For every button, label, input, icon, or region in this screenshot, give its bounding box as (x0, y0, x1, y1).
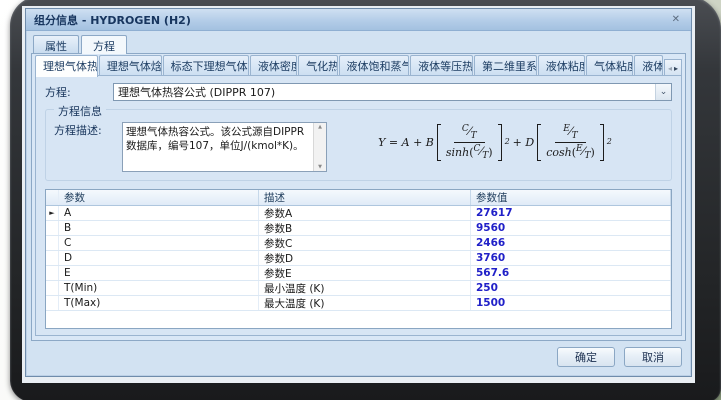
ok-button[interactable]: 确定 (557, 347, 615, 367)
cell-value[interactable]: 9560 (471, 221, 671, 235)
outer-tab-strip: 属性 方程 (31, 35, 686, 53)
equation-description-label: 方程描述: (54, 122, 122, 138)
cell-value[interactable]: 27617 (471, 206, 671, 220)
cell-value[interactable]: 250 (471, 281, 671, 295)
formula-exponent-1: 2 (505, 137, 510, 146)
cell-param: C (59, 236, 259, 250)
table-row[interactable]: B 参数B 9560 (46, 221, 671, 236)
cancel-button[interactable]: 取消 (624, 347, 682, 367)
formula-prefix: Y = A + B (378, 136, 434, 149)
table-row[interactable]: ► A 参数A 27617 (46, 206, 671, 221)
scroll-down-icon[interactable]: ▼ (318, 164, 322, 170)
cell-desc: 参数A (259, 206, 471, 220)
table-row[interactable]: D 参数D 3760 (46, 251, 671, 266)
description-scrollbar[interactable]: ▲ ▼ (313, 123, 326, 171)
cell-desc: 参数C (259, 236, 471, 250)
cell-value[interactable]: 3760 (471, 251, 671, 265)
equation-info-group: 方程信息 方程描述: 理想气体热容公式。该公式源自DIPPR数据库，编号107，… (45, 109, 672, 181)
property-tab-strip: 理想气体热容 理想气体焓值 标态下理想气体熵值 液体密度 气化热 液体饱和蒸气压… (35, 57, 682, 76)
parameter-table: 参数 描述 参数值 ► A 参数A 27617 B (45, 189, 672, 329)
dialog-body: 属性 方程 理想气体热容 理想气体焓值 标态下理想气体熵值 液体密度 气化热 液… (26, 31, 691, 376)
dialog-titlebar[interactable]: 组分信息 - HYDROGEN (H2) ✕ (26, 9, 691, 31)
formula-exponent-2: 2 (607, 137, 612, 146)
cell-param: E (59, 266, 259, 280)
table-row[interactable]: T(Max) 最大温度 (K) 1500 (46, 296, 671, 311)
tab-properties[interactable]: 属性 (33, 35, 79, 53)
cell-desc: 参数D (259, 251, 471, 265)
tab-liquid-vapor-pressure[interactable]: 液体饱和蒸气压 (339, 55, 410, 76)
cell-param: D (59, 251, 259, 265)
cell-desc: 参数B (259, 221, 471, 235)
tab-scroll-right-icon[interactable]: ▸ (674, 64, 678, 73)
row-selector-icon: ► (46, 206, 59, 220)
cell-desc: 参数E (259, 266, 471, 280)
table-empty-area (46, 311, 671, 328)
dialog-footer: 确定 取消 (31, 341, 686, 371)
dippr107-formula: Y = A + B C⁄T sinh(C⁄T) (327, 122, 663, 161)
tab-ideal-gas-heat-capacity[interactable]: 理想气体热容 (35, 55, 98, 77)
col-header-description[interactable]: 描述 (259, 190, 471, 205)
tab-liquid-viscosity[interactable]: 液体粘度 (538, 55, 585, 76)
equation-combobox-value: 理想气体热容公式 (DIPPR 107) (118, 84, 275, 100)
cell-param: B (59, 221, 259, 235)
tab-liquid-thermal-conductivity[interactable]: 液体导 (634, 55, 663, 76)
tab-ideal-gas-enthalpy[interactable]: 理想气体焓值 (99, 55, 162, 76)
cell-param: T(Max) (59, 296, 259, 310)
chevron-down-icon[interactable]: ⌄ (655, 84, 671, 100)
tab-gas-viscosity[interactable]: 气体粘度 (586, 55, 633, 76)
tab-second-virial-coefficient[interactable]: 第二维里系数 (474, 55, 537, 76)
tab-std-ideal-gas-entropy[interactable]: 标态下理想气体熵值 (163, 55, 249, 76)
equation-description-text: 理想气体热容公式。该公式源自DIPPR数据库，编号107，单位J/(kmol*K… (123, 123, 313, 171)
equation-label: 方程: (45, 84, 113, 100)
cell-value[interactable]: 1500 (471, 296, 671, 310)
tab-equations[interactable]: 方程 (81, 35, 127, 54)
table-row[interactable]: E 参数E 567.6 (46, 266, 671, 281)
dialog-title: 组分信息 - HYDROGEN (H2) (34, 12, 669, 28)
cell-desc: 最小温度 (K) (259, 281, 471, 295)
tab-scroll-left-icon[interactable]: ◂ (668, 64, 672, 73)
cell-value[interactable]: 567.6 (471, 266, 671, 280)
tab-liquid-density[interactable]: 液体密度 (250, 55, 297, 76)
table-header-row: 参数 描述 参数值 (46, 190, 671, 206)
equation-description-box[interactable]: 理想气体热容公式。该公式源自DIPPR数据库，编号107，单位J/(kmol*K… (122, 122, 327, 172)
selector-column-header (46, 190, 59, 205)
equation-info-group-title: 方程信息 (54, 103, 106, 119)
formula-mid: + D (513, 136, 535, 149)
equation-combobox[interactable]: 理想气体热容公式 (DIPPR 107) ⌄ (113, 83, 672, 101)
equations-tab-page: 理想气体热容 理想气体焓值 标态下理想气体熵值 液体密度 气化热 液体饱和蒸气压… (31, 53, 686, 341)
component-info-dialog: 组分信息 - HYDROGEN (H2) ✕ 属性 方程 理想气体热容 理想气体… (25, 8, 692, 377)
table-row[interactable]: C 参数C 2466 (46, 236, 671, 251)
close-icon[interactable]: ✕ (669, 14, 683, 25)
equation-select-row: 方程: 理想气体热容公式 (DIPPR 107) ⌄ (45, 83, 672, 101)
formula-term-2: E⁄T cosh(E⁄T) (537, 124, 604, 161)
tab-scroll-buttons: ◂ ▸ (664, 59, 682, 76)
scroll-up-icon[interactable]: ▲ (318, 124, 322, 130)
table-row[interactable]: T(Min) 最小温度 (K) 250 (46, 281, 671, 296)
tab-liquid-cp[interactable]: 液体等压热容 (410, 55, 473, 76)
formula-term-1: C⁄T sinh(C⁄T) (437, 124, 502, 161)
cell-value[interactable]: 2466 (471, 236, 671, 250)
cell-desc: 最大温度 (K) (259, 296, 471, 310)
col-header-value[interactable]: 参数值 (471, 190, 671, 205)
cell-param: A (59, 206, 259, 220)
col-header-parameter[interactable]: 参数 (59, 190, 259, 205)
screen-content: 组分信息 - HYDROGEN (H2) ✕ 属性 方程 理想气体热容 理想气体… (22, 6, 695, 383)
cell-param: T(Min) (59, 281, 259, 295)
tab-heat-of-vaporization[interactable]: 气化热 (298, 55, 337, 76)
heat-capacity-tab-page: 方程: 理想气体热容公式 (DIPPR 107) ⌄ 方程信息 方程描述: 理想… (35, 75, 682, 336)
